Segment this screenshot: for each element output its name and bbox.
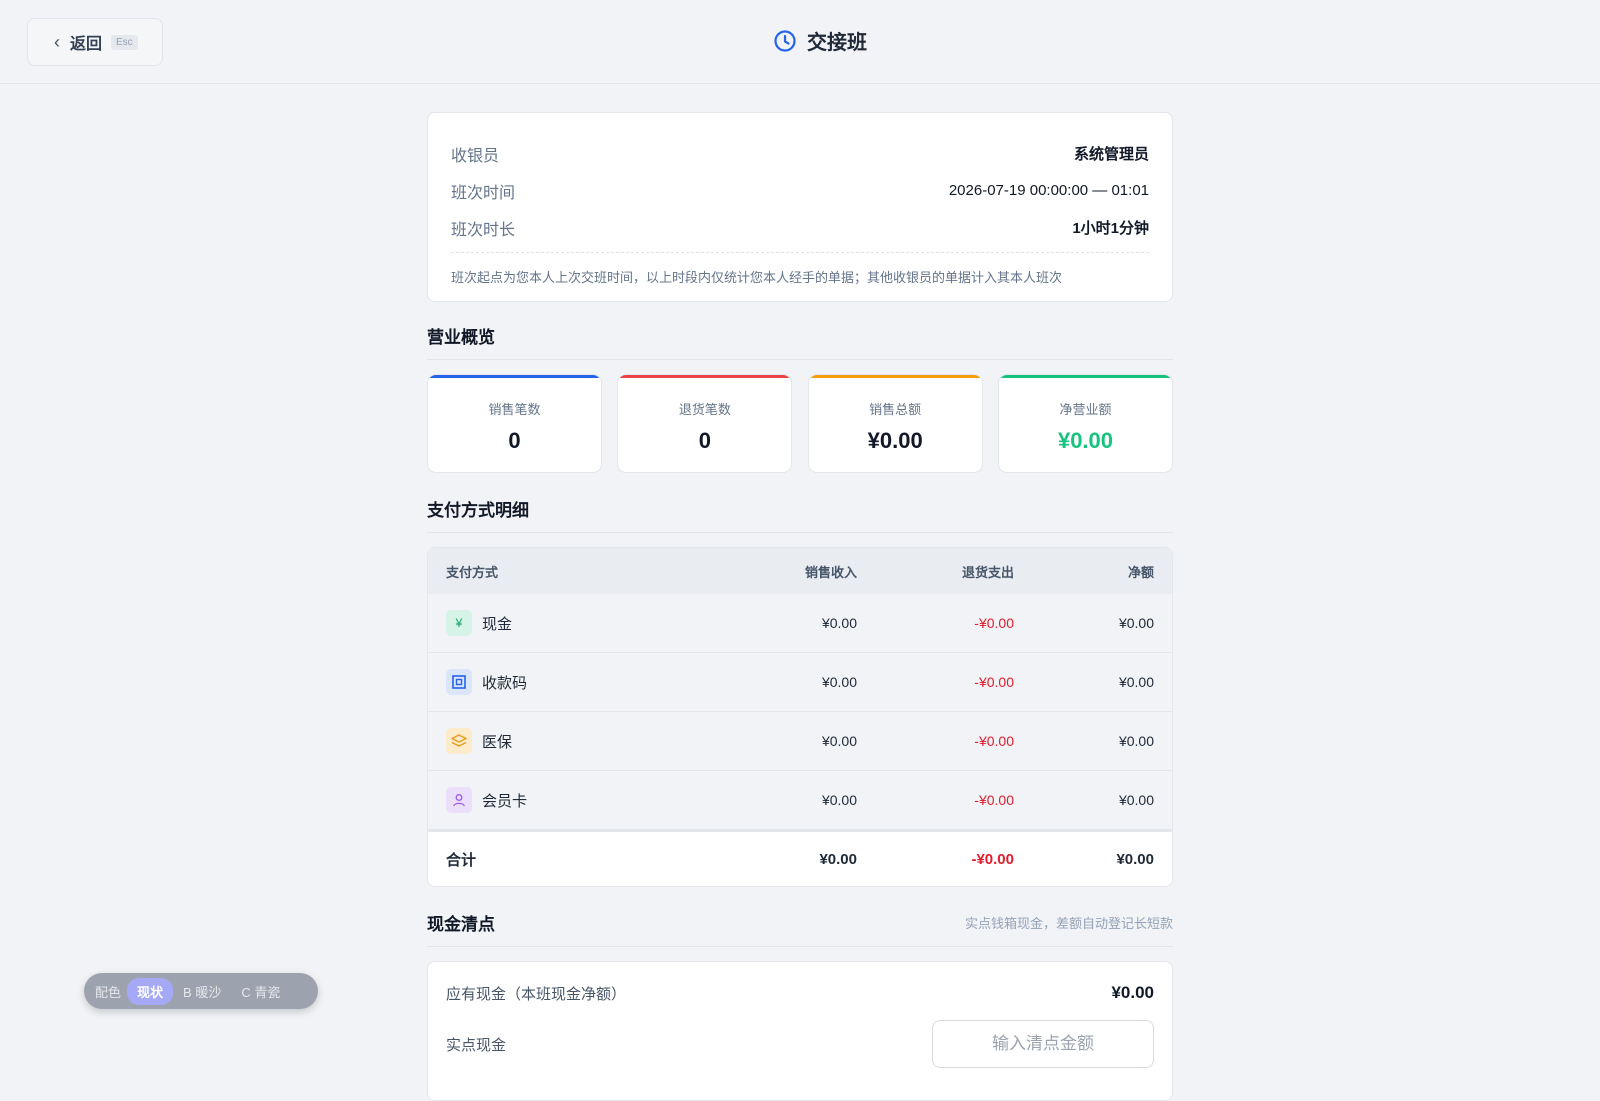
top-bar: ‹ 返回 Esc 交接班 bbox=[0, 0, 1600, 84]
user-icon bbox=[446, 787, 472, 813]
refund-cell: -¥0.00 bbox=[974, 792, 1014, 808]
method-label: 医保 bbox=[482, 733, 513, 751]
col-header-refund: 退货支出 bbox=[961, 564, 1014, 580]
cash-card: 应有现金（本班现金净额） ¥0.00 实点现金 bbox=[427, 961, 1173, 1101]
method-label: 收款码 bbox=[482, 674, 528, 692]
page-title: 交接班 bbox=[807, 32, 867, 54]
stat-label: 销售笔数 bbox=[488, 402, 541, 417]
overview-section-title: 营业概览 bbox=[427, 312, 1173, 360]
shift-row-cashier: 收银员 系统管理员 bbox=[451, 135, 1149, 172]
shift-row-time: 班次时间 2026-07-19 00:00:00 — 01:01 bbox=[451, 172, 1149, 209]
cash-actual-row: 实点现金 bbox=[446, 1020, 1154, 1068]
table-header: 支付方式 销售收入 退货支出 净额 bbox=[428, 548, 1172, 594]
table-total-row: 合计 ¥0.00 -¥0.00 ¥0.00 bbox=[428, 830, 1172, 886]
stat-label: 销售总额 bbox=[869, 402, 922, 417]
cash-count-input[interactable] bbox=[932, 1020, 1154, 1068]
method-label: 会员卡 bbox=[482, 792, 528, 810]
stat-label: 净营业额 bbox=[1059, 402, 1112, 417]
shift-note: 班次起点为您本人上次交班时间，以上时段内仅统计您本人经手的单据；其他收银员的单据… bbox=[451, 270, 1063, 285]
payments-title: 支付方式明细 bbox=[427, 501, 529, 520]
method-label: 现金 bbox=[482, 615, 513, 633]
cash-expected-row: 应有现金（本班现金净额） ¥0.00 bbox=[446, 962, 1154, 1024]
theme-option-b[interactable]: B 暖沙 bbox=[173, 978, 231, 1005]
stat-value: ¥0.00 bbox=[1057, 428, 1114, 453]
stat-value: 0 bbox=[698, 428, 711, 453]
sales-cell: ¥0.00 bbox=[821, 615, 857, 631]
total-net: ¥0.00 bbox=[1116, 850, 1154, 868]
stat-value: 0 bbox=[508, 428, 521, 453]
col-header-method: 支付方式 bbox=[446, 564, 499, 580]
cash-expected-label: 应有现金（本班现金净额） bbox=[446, 985, 627, 1003]
cash-actual-label: 实点现金 bbox=[446, 1036, 507, 1054]
qr-code-icon bbox=[446, 669, 472, 695]
shift-cashier-label: 收银员 bbox=[451, 147, 500, 165]
table-row: 医保 ¥0.00 -¥0.00 ¥0.00 bbox=[428, 712, 1172, 771]
stat-accent-bar bbox=[428, 375, 601, 378]
payments-table: 支付方式 销售收入 退货支出 净额 ¥ 现金 ¥0.00 -¥0.00 ¥0.0… bbox=[427, 547, 1173, 887]
stat-sales-total: 销售总额 ¥0.00 bbox=[807, 374, 983, 473]
overview-stats: 销售笔数 0 退货笔数 0 销售总额 ¥0.00 净营业额 ¥0.00 bbox=[427, 374, 1173, 473]
table-row: ¥ 现金 ¥0.00 -¥0.00 ¥0.00 bbox=[428, 594, 1172, 653]
total-sales: ¥0.00 bbox=[819, 850, 857, 868]
col-header-sales: 销售收入 bbox=[804, 564, 857, 580]
stat-sales-count: 销售笔数 0 bbox=[427, 374, 602, 473]
total-refund: -¥0.00 bbox=[971, 850, 1014, 868]
stat-accent-bar bbox=[618, 375, 792, 378]
stat-net-revenue: 净营业额 ¥0.00 bbox=[997, 374, 1173, 473]
refund-cell: -¥0.00 bbox=[974, 615, 1014, 631]
method-cell: ¥ 现金 bbox=[428, 610, 676, 636]
sales-cell: ¥0.00 bbox=[821, 733, 857, 749]
yuan-icon: ¥ bbox=[446, 610, 472, 636]
refund-cell: -¥0.00 bbox=[974, 733, 1014, 749]
theme-option-c[interactable]: C 青瓷 bbox=[231, 978, 290, 1005]
method-cell: 收款码 bbox=[428, 669, 676, 695]
cash-section-title: 现金清点 实点钱箱现金，差额自动登记长短款 bbox=[427, 899, 1173, 947]
shift-info-card: 收银员 系统管理员 班次时间 2026-07-19 00:00:00 — 01:… bbox=[427, 112, 1173, 302]
refund-cell: -¥0.00 bbox=[974, 674, 1014, 690]
table-row: 会员卡 ¥0.00 -¥0.00 ¥0.00 bbox=[428, 771, 1172, 830]
shift-cashier-value: 系统管理员 bbox=[1073, 146, 1149, 163]
shift-row-duration: 班次时长 1小时1分钟 bbox=[451, 209, 1149, 246]
stat-accent-bar bbox=[998, 375, 1172, 378]
shift-duration-label: 班次时长 bbox=[451, 221, 516, 239]
overview-title: 营业概览 bbox=[427, 328, 495, 347]
stat-accent-bar bbox=[808, 375, 982, 378]
shift-time-value: 2026-07-19 00:00:00 — 01:01 bbox=[948, 182, 1149, 199]
shift-time-label: 班次时间 bbox=[451, 184, 516, 202]
layers-icon bbox=[446, 728, 472, 754]
theme-option-current[interactable]: 现状 bbox=[127, 977, 174, 1005]
payments-section-title: 支付方式明细 bbox=[427, 485, 1173, 533]
cash-hint: 实点钱箱现金，差额自动登记长短款 bbox=[964, 916, 1173, 931]
shift-duration-value: 1小时1分钟 bbox=[1072, 220, 1149, 237]
net-cell: ¥0.00 bbox=[1118, 674, 1154, 690]
stat-label: 退货笔数 bbox=[678, 402, 731, 417]
stat-value: ¥0.00 bbox=[867, 428, 923, 453]
net-cell: ¥0.00 bbox=[1118, 792, 1154, 808]
net-cell: ¥0.00 bbox=[1118, 615, 1154, 631]
col-header-net: 净额 bbox=[1127, 564, 1154, 580]
stat-refund-count: 退货笔数 0 bbox=[617, 374, 793, 473]
page-title-wrap: 交接班 bbox=[0, 26, 1600, 55]
table-row: 收款码 ¥0.00 -¥0.00 ¥0.00 bbox=[428, 653, 1172, 712]
sales-cell: ¥0.00 bbox=[821, 792, 857, 808]
cash-title: 现金清点 bbox=[427, 915, 495, 934]
method-cell: 会员卡 bbox=[428, 787, 676, 813]
main-content: 收银员 系统管理员 班次时间 2026-07-19 00:00:00 — 01:… bbox=[427, 112, 1173, 1101]
method-cell: 医保 bbox=[428, 728, 676, 754]
theme-switcher: 配色 现状 B 暖沙 C 青瓷 bbox=[84, 973, 318, 1009]
clock-icon bbox=[774, 29, 796, 52]
theme-label: 配色 bbox=[95, 984, 122, 1000]
cash-expected-value: ¥0.00 bbox=[1111, 983, 1154, 1002]
sales-cell: ¥0.00 bbox=[821, 674, 857, 690]
net-cell: ¥0.00 bbox=[1118, 733, 1154, 749]
total-label: 合计 bbox=[446, 851, 477, 869]
